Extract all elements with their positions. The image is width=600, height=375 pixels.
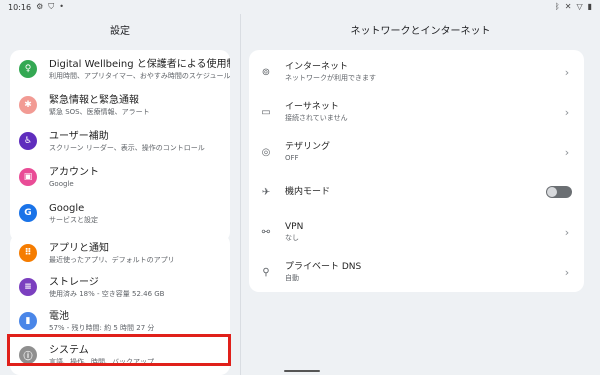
chevron-right-icon: › bbox=[564, 265, 570, 279]
dot-icon: • bbox=[59, 2, 64, 11]
item-subtitle: 利用時間、アプリタイマー、おやすみ時間のスケジュール bbox=[49, 71, 230, 80]
chevron-right-icon: › bbox=[564, 65, 570, 79]
item-title: インターネット bbox=[285, 62, 349, 72]
google-icon: G bbox=[19, 204, 37, 222]
settings-item-apps[interactable]: ⠿ アプリと通知 最近使ったアプリ、デフォルトのアプリ bbox=[10, 236, 230, 270]
item-subtitle: 57% - 残り時間: 約 5 時間 27 分 bbox=[49, 323, 155, 332]
network-card: ⊚ インターネットネットワークが利用できます › ▭ イーサネット接続されていま… bbox=[249, 50, 584, 292]
item-subtitle: なし bbox=[285, 234, 299, 242]
item-subtitle: サービスと設定 bbox=[49, 215, 98, 224]
network-item-private-dns[interactable]: ⚲ プライベート DNS 自動 › bbox=[249, 252, 584, 292]
settings-group-1: ♀ Digital Wellbeing と保護者による使用制限 利用時間、アプリタ… bbox=[10, 50, 230, 242]
item-title: プライベート DNS bbox=[285, 262, 362, 272]
item-title: VPN bbox=[285, 222, 304, 232]
network-pane: ネットワークとインターネット ⊚ インターネットネットワークが利用できます › … bbox=[241, 14, 600, 375]
chevron-right-icon: › bbox=[564, 225, 570, 239]
network-item-airplane-mode[interactable]: ✈ 機内モード bbox=[249, 172, 584, 212]
bluetooth-icon: ᛒ bbox=[554, 2, 560, 11]
chevron-right-icon: › bbox=[564, 145, 570, 159]
emergency-icon: ✱ bbox=[19, 96, 37, 114]
gesture-nav-bar[interactable] bbox=[284, 370, 320, 372]
item-subtitle: Google bbox=[49, 179, 74, 188]
status-time: 10:16 bbox=[8, 2, 32, 12]
wifi-icon: ▽ bbox=[576, 2, 583, 11]
chevron-right-icon: › bbox=[564, 105, 570, 119]
item-title: Digital Wellbeing と保護者による使用制限 bbox=[49, 58, 230, 70]
item-subtitle: ネットワークが利用できます bbox=[285, 74, 376, 82]
system-highlight-box bbox=[7, 334, 231, 366]
wellbeing-icon: ♀ bbox=[19, 60, 37, 78]
airplane-icon: ✈ bbox=[261, 186, 271, 198]
settings-item-emergency[interactable]: ✱ 緊急情報と緊急通報 緊急 SOS、医療情報、アラート bbox=[10, 88, 230, 122]
item-subtitle: OFF bbox=[285, 154, 299, 162]
item-title: イーサネット bbox=[285, 102, 339, 112]
item-title: 機内モード bbox=[285, 187, 331, 197]
item-title: 緊急情報と緊急通報 bbox=[49, 94, 139, 106]
toggle-knob bbox=[547, 187, 557, 197]
item-subtitle: 緊急 SOS、医療情報、アラート bbox=[49, 107, 150, 116]
item-title: アカウント bbox=[49, 166, 99, 178]
network-item-internet[interactable]: ⊚ インターネットネットワークが利用できます › bbox=[249, 52, 584, 92]
item-title: Google bbox=[49, 202, 85, 214]
gear-icon: ⚙ bbox=[36, 2, 44, 11]
tethering-icon: ◎ bbox=[261, 146, 271, 158]
storage-icon: ≡ bbox=[19, 278, 37, 296]
dns-icon: ⚲ bbox=[262, 266, 270, 278]
item-subtitle: スクリーン リーダー、表示、操作のコントロール bbox=[49, 143, 205, 152]
network-title: ネットワークとインターネット bbox=[350, 25, 491, 37]
airplane-mode-toggle[interactable] bbox=[546, 186, 572, 198]
item-subtitle: 自動 bbox=[285, 274, 299, 282]
settings-item-accessibility[interactable]: ♿ ユーザー補助 スクリーン リーダー、表示、操作のコントロール bbox=[10, 124, 230, 158]
status-bar-left: 10:16 ⚙ ⛉ • bbox=[8, 3, 64, 12]
apps-icon: ⠿ bbox=[19, 244, 37, 262]
network-item-ethernet[interactable]: ▭ イーサネット接続されていません › bbox=[249, 92, 584, 132]
item-title: アプリと通知 bbox=[49, 242, 109, 254]
settings-item-google[interactable]: G Google サービスと設定 bbox=[10, 196, 230, 230]
accessibility-icon: ♿ bbox=[19, 132, 37, 150]
shield-icon: ⛉ bbox=[48, 2, 55, 11]
account-icon: ▣ bbox=[19, 168, 37, 186]
battery-icon: ▮ bbox=[19, 312, 37, 330]
settings-item-digital-wellbeing[interactable]: ♀ Digital Wellbeing と保護者による使用制限 利用時間、アプリタ… bbox=[10, 52, 230, 86]
settings-item-storage[interactable]: ≡ ストレージ 使用済み 18% - 空き容量 52.46 GB bbox=[10, 270, 230, 304]
status-bar: 10:16 ⚙ ⛉ • ᛒ ✕ ▽ ▮ bbox=[0, 0, 600, 14]
settings-item-account[interactable]: ▣ アカウント Google bbox=[10, 160, 230, 194]
settings-title: 設定 bbox=[110, 25, 130, 37]
settings-item-battery[interactable]: ▮ 電池 57% - 残り時間: 約 5 時間 27 分 bbox=[10, 304, 230, 338]
network-item-vpn[interactable]: ⚯ VPN なし › bbox=[249, 212, 584, 252]
item-title: テザリング bbox=[285, 142, 331, 152]
battery-icon: ▮ bbox=[587, 2, 592, 11]
mute-icon: ✕ bbox=[564, 2, 572, 11]
item-subtitle: 接続されていません bbox=[285, 114, 348, 122]
item-title: ストレージ bbox=[49, 276, 99, 288]
ethernet-icon: ▭ bbox=[261, 106, 271, 118]
status-bar-right: ᛒ ✕ ▽ ▮ bbox=[555, 3, 592, 11]
item-subtitle: 最近使ったアプリ、デフォルトのアプリ bbox=[49, 255, 175, 264]
network-item-tethering[interactable]: ◎ テザリング OFF › bbox=[249, 132, 584, 172]
settings-list-pane: 設定 ♀ Digital Wellbeing と保護者による使用制限 利用時間、ア… bbox=[0, 14, 240, 375]
item-title: ユーザー補助 bbox=[49, 130, 109, 142]
internet-icon: ⊚ bbox=[261, 66, 271, 78]
vpn-icon: ⚯ bbox=[261, 226, 271, 238]
item-subtitle: 使用済み 18% - 空き容量 52.46 GB bbox=[49, 289, 165, 298]
item-title: 電池 bbox=[49, 310, 69, 322]
